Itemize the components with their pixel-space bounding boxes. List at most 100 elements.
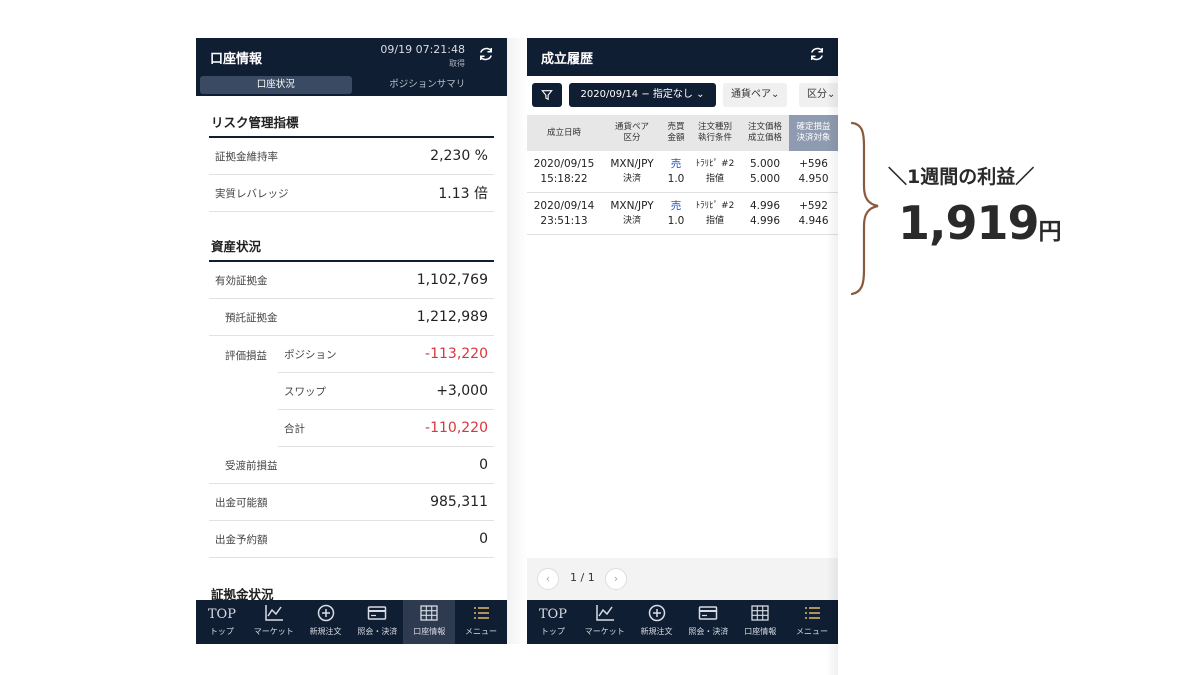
row-value: 985,311: [430, 494, 488, 510]
col-label-1: 注文価格: [747, 122, 782, 132]
cell-pair: MXN/JPY 決済: [601, 151, 663, 192]
cell-amount: 1.0: [667, 214, 685, 227]
refresh-icon[interactable]: [808, 45, 826, 63]
history-table: 成立日時 通貨ペア 区分 売買 金額 注文種別 執行条件 注文価格 成立価格 確定損益決…: [527, 115, 838, 235]
valuation-total-row: 合計 -110,220: [278, 410, 494, 447]
cell-pnl-value: +596: [799, 157, 828, 170]
cell-otype: ﾄﾗﾘﾋﾟ #2: [695, 200, 735, 211]
table-row[interactable]: 2020/09/14 23:51:13 MXN/JPY 決済 売 1.0 ﾄﾗﾘﾋﾟ …: [527, 193, 838, 235]
nav-inquiry[interactable]: 照会・決済: [682, 600, 734, 644]
date-range-button[interactable]: 2020/09/14 − 指定なし ⌄: [569, 83, 716, 107]
account-header: 口座情報 09/19 07:21:48 取得 口座状況 ポジションサマリ: [196, 38, 507, 96]
nav-new-order[interactable]: 新規注文: [631, 600, 683, 644]
withdrawable-row: 出金可能額 985,311: [209, 484, 494, 521]
assets-section-title: 資産状況: [209, 212, 494, 262]
nav-label: マーケット: [584, 627, 625, 636]
table-header: 成立日時 通貨ペア 区分 売買 金額 注文種別 執行条件 注文価格 成立価格 確定損益決…: [527, 115, 838, 151]
filter-button[interactable]: [532, 83, 562, 107]
top-icon: TOP: [538, 607, 567, 622]
nav-label: 照会・決済: [357, 627, 398, 636]
row-value: -113,220: [425, 346, 488, 362]
col-label-2: 執行条件: [697, 133, 732, 143]
page-indicator: 1 / 1: [570, 571, 595, 584]
margin-ratio-row: 証拠金維持率 2,230 %: [209, 138, 494, 175]
row-label: スワップ: [284, 385, 326, 398]
cell-side: 売 1.0: [663, 151, 689, 192]
plus-circle-icon: [631, 600, 683, 622]
cell-pnl-value: +592: [799, 199, 828, 212]
effective-margin-row: 有効証拠金 1,102,769: [209, 262, 494, 299]
nav-new-order[interactable]: 新規注文: [300, 600, 352, 644]
page-title: 口座情報: [210, 52, 263, 67]
cell-side-value: 売: [670, 199, 682, 212]
nav-top[interactable]: TOP トップ: [527, 600, 579, 644]
cell-oprice: 5.000: [749, 157, 781, 170]
cell-target: 4.950: [798, 172, 829, 185]
row-label: 預託証拠金: [225, 311, 278, 324]
cell-time: 23:51:13: [540, 214, 588, 227]
card-icon: [682, 600, 734, 622]
nav-label: 新規注文: [309, 627, 342, 636]
cell-oprice: 4.996: [749, 199, 781, 212]
filter-icon: [541, 90, 553, 101]
cell-pair-name: MXN/JPY: [610, 157, 654, 170]
divider-shade: [507, 38, 527, 644]
cell-otype: ﾄﾗﾘﾋﾟ #2: [695, 158, 735, 169]
deposit-row: 預託証拠金 1,212,989: [209, 299, 494, 336]
menu-icon: [455, 600, 507, 622]
refresh-icon[interactable]: [477, 45, 495, 63]
tab-position-summary[interactable]: ポジションサマリ: [352, 76, 504, 94]
chart-icon: [579, 600, 631, 622]
cell-target: 4.946: [798, 214, 829, 227]
nav-top[interactable]: TOP トップ: [196, 600, 248, 644]
risk-section-title: リスク管理指標: [209, 96, 494, 138]
cell-date: 2020/09/15: [533, 157, 595, 170]
pending-pnl-row: 受渡前損益 0: [209, 447, 494, 484]
row-value: +3,000: [436, 383, 488, 399]
cell-price: 5.000 5.000: [741, 151, 789, 192]
chart-icon: [248, 600, 300, 622]
trade-history-screen: 成立履歴 2020/09/14 − 指定なし ⌄ 通貨ペア⌄ 区分⌄ 成立日時 …: [527, 38, 838, 644]
screenshot-stage: 口座情報 09/19 07:21:48 取得 口座状況 ポジションサマリ リスク…: [0, 0, 1200, 675]
history-header: 成立履歴: [527, 38, 838, 76]
row-value: 1,102,769: [416, 272, 488, 288]
card-icon: [351, 600, 403, 622]
update-caption: 取得: [449, 59, 465, 68]
row-value: 1.13 倍: [438, 186, 488, 202]
nav-market[interactable]: マーケット: [579, 600, 631, 644]
valuation-rows: ポジション -113,220 スワップ +3,000 合計 -110,220: [278, 336, 494, 447]
cell-time: 15:18:22: [540, 172, 588, 185]
cell-side-value: 売: [670, 157, 682, 170]
account-body: リスク管理指標 証拠金維持率 2,230 % 実質レバレッジ 1.13 倍 資産…: [196, 96, 507, 600]
col-label: 売買 金額: [667, 122, 684, 144]
table-row[interactable]: 2020/09/15 15:18:22 MXN/JPY 決済 売 1.0 ﾄﾗﾘﾋﾟ …: [527, 151, 838, 193]
col-label-1: 売買: [667, 122, 685, 132]
cell-order-type: ﾄﾗﾘﾋﾟ #2 指値: [689, 151, 741, 192]
nav-account-info[interactable]: 口座情報: [734, 600, 786, 644]
pair-filter[interactable]: 通貨ペア⌄: [723, 83, 788, 107]
withdraw-scheduled-row: 出金予約額 0: [209, 521, 494, 558]
row-label: 証拠金維持率: [215, 150, 278, 163]
margin-section-title: 証拠金状況: [209, 558, 494, 600]
next-page-button[interactable]: ›: [605, 568, 627, 590]
nav-menu[interactable]: メニュー: [455, 600, 507, 644]
tab-account-status[interactable]: 口座状況: [200, 76, 352, 94]
cell-pair: MXN/JPY 決済: [601, 193, 663, 234]
nav-label: メニュー: [465, 627, 498, 636]
col-label-2: 区分: [623, 133, 641, 143]
nav-inquiry[interactable]: 照会・決済: [351, 600, 403, 644]
nav-market[interactable]: マーケット: [248, 600, 300, 644]
row-label: 出金可能額: [215, 496, 268, 509]
cell-order-type: ﾄﾗﾘﾋﾟ #2 指値: [689, 193, 741, 234]
plus-circle-icon: [300, 600, 352, 622]
row-label: 実質レバレッジ: [215, 187, 289, 200]
pagination: ‹ 1 / 1 ›: [527, 558, 838, 600]
nav-account-info[interactable]: 口座情報: [403, 600, 456, 644]
prev-page-button[interactable]: ‹: [537, 568, 559, 590]
top-icon: TOP: [207, 607, 236, 622]
row-value: -110,220: [425, 420, 488, 436]
col-label: 通貨ペア 区分: [615, 122, 649, 144]
nav-label: 新規注文: [640, 627, 673, 636]
row-label: 受渡前損益: [225, 459, 278, 472]
cell-fprice: 5.000: [749, 172, 781, 185]
